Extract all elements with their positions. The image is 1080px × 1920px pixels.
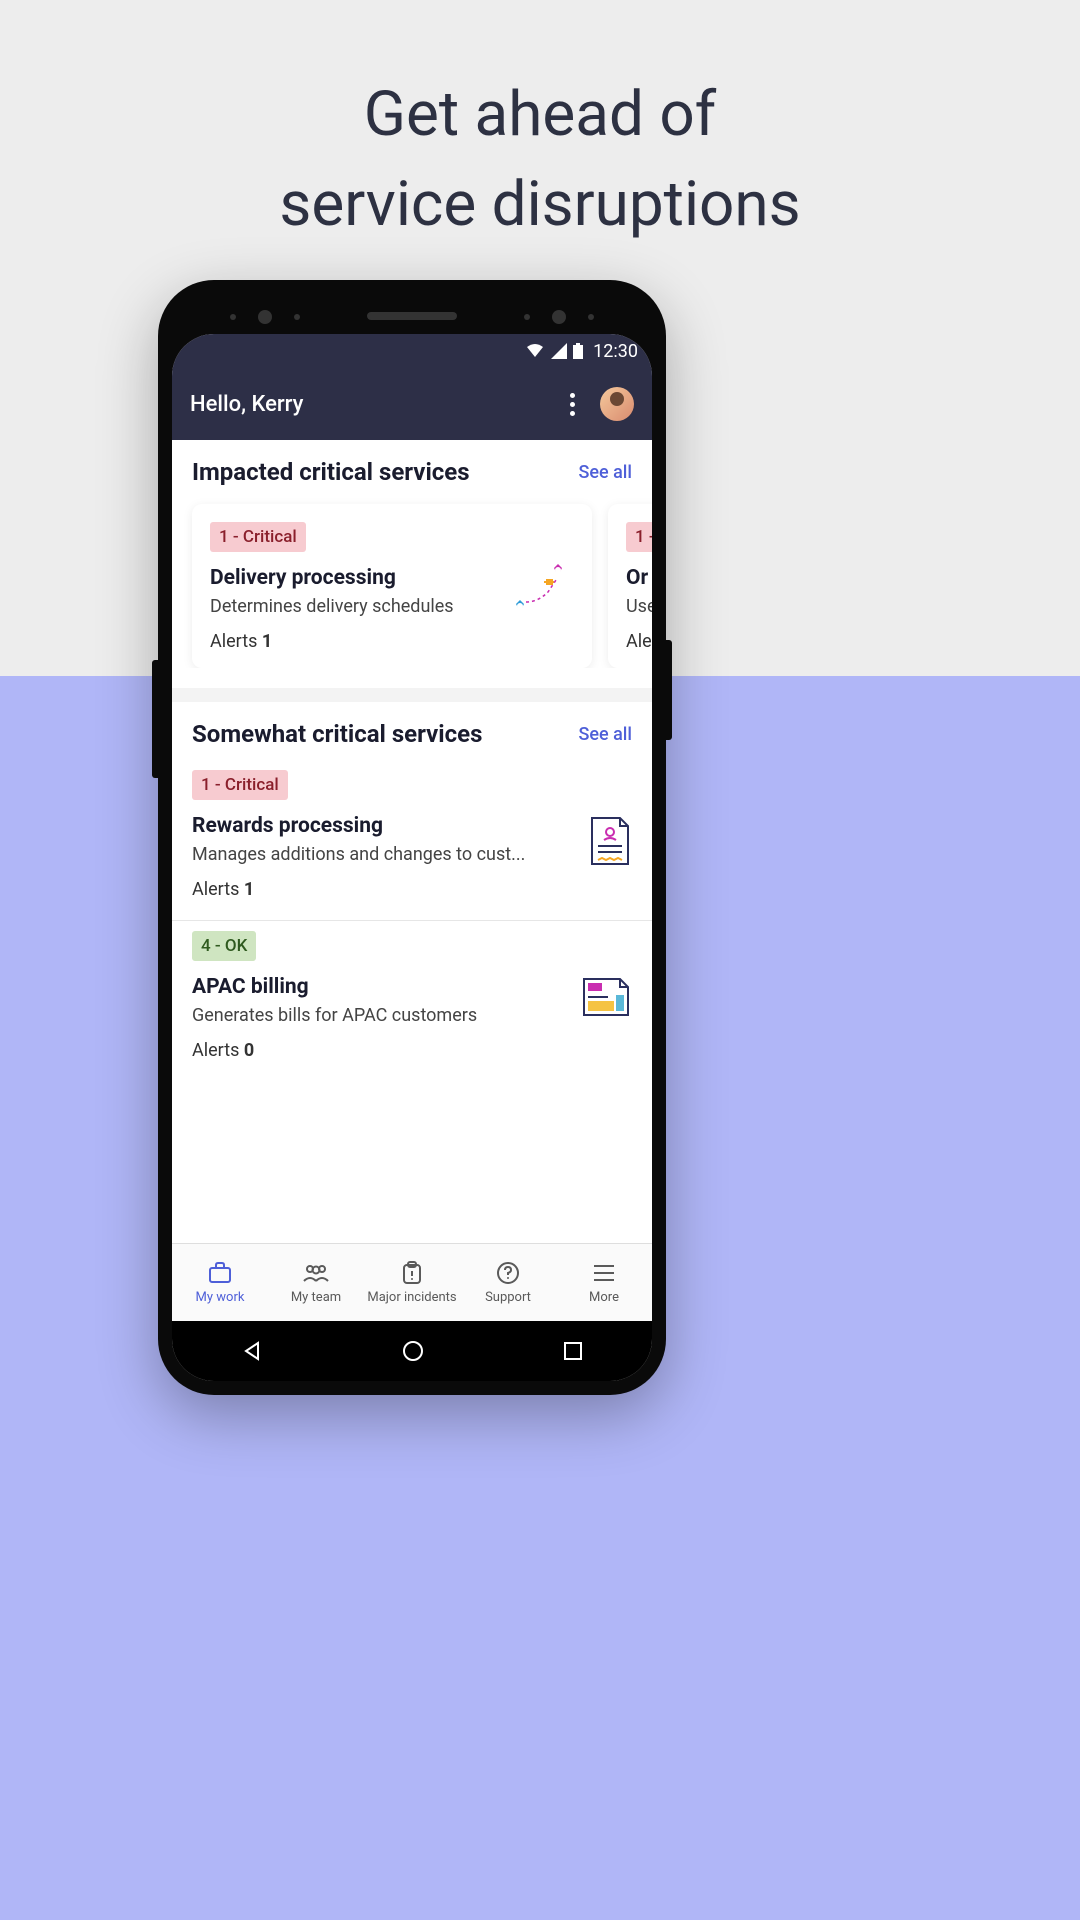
hero-title: Get ahead ofservice disruptions (0, 70, 1080, 250)
wifi-icon (525, 343, 545, 359)
avatar[interactable] (600, 387, 634, 421)
hamburger-icon (593, 1260, 615, 1286)
phone-earpiece (367, 312, 457, 320)
service-item-title: Rewards processing (192, 814, 632, 838)
phone-side-button (666, 640, 672, 740)
phone-frame: 12:30 Hello, Kerry Impacted critical ser… (158, 280, 666, 1395)
phone-sensors-left (230, 314, 300, 324)
service-item-desc: Generates bills for APAC customers (192, 1005, 552, 1026)
service-card[interactable]: 1 - Or Use Ale (608, 504, 652, 668)
nav-more[interactable]: More (556, 1244, 652, 1321)
battery-icon (573, 343, 583, 359)
nav-label: Major incidents (367, 1290, 456, 1305)
service-item-alerts: Alerts 0 (192, 1040, 632, 1061)
bottom-nav: My work My team Major incidents (172, 1243, 652, 1321)
team-icon (302, 1260, 330, 1286)
service-card-alerts: Ale (626, 631, 652, 652)
support-icon (496, 1260, 520, 1286)
kebab-menu-icon[interactable] (560, 393, 584, 416)
priority-badge: 1 - Critical (192, 770, 288, 800)
home-icon[interactable] (401, 1339, 425, 1363)
incident-icon (401, 1260, 423, 1286)
nav-label: Support (485, 1290, 531, 1305)
priority-badge: 1 - Critical (210, 522, 306, 552)
greeting-text: Hello, Kerry (190, 392, 560, 417)
signal-icon (551, 343, 567, 359)
impacted-section: Impacted critical services See all 1 - C… (172, 440, 652, 688)
service-card[interactable]: 1 - Critical Delivery processing Determi… (192, 504, 592, 668)
delivery-icon (508, 562, 576, 624)
priority-badge: 1 - (626, 522, 652, 552)
impacted-see-all-link[interactable]: See all (578, 462, 632, 483)
service-item-title: APAC billing (192, 975, 632, 999)
briefcase-icon (208, 1260, 232, 1286)
app-bar: Hello, Kerry (172, 368, 652, 440)
billing-icon (580, 975, 632, 1023)
section-gap (172, 688, 652, 702)
status-bar: 12:30 (172, 334, 652, 368)
nav-label: My team (291, 1290, 341, 1305)
phone-side-button (152, 688, 158, 778)
service-card-alerts: Alerts 1 (210, 631, 574, 652)
content-area: Impacted critical services See all 1 - C… (172, 440, 652, 1243)
document-icon (588, 814, 632, 872)
service-list-item[interactable]: 4 - OK APAC billing Generates bills for … (172, 921, 652, 1081)
impacted-cards-row[interactable]: 1 - Critical Delivery processing Determi… (172, 498, 652, 668)
nav-my-team[interactable]: My team (268, 1244, 364, 1321)
service-card-desc: Use (626, 596, 652, 617)
impacted-title: Impacted critical services (192, 458, 470, 486)
nav-my-work[interactable]: My work (172, 1244, 268, 1321)
nav-support[interactable]: Support (460, 1244, 556, 1321)
recent-icon[interactable] (562, 1340, 584, 1362)
priority-badge: 4 - OK (192, 931, 256, 961)
service-list-item[interactable]: 1 - Critical Rewards processing Manages … (172, 760, 652, 921)
phone-screen: 12:30 Hello, Kerry Impacted critical ser… (172, 334, 652, 1381)
somewhat-title: Somewhat critical services (192, 720, 482, 748)
status-time: 12:30 (593, 341, 638, 362)
phone-sensors-right (524, 314, 594, 324)
somewhat-see-all-link[interactable]: See all (578, 724, 632, 745)
service-item-desc: Manages additions and changes to cust... (192, 844, 552, 865)
back-icon[interactable] (240, 1339, 264, 1363)
nav-label: More (589, 1290, 619, 1305)
service-card-title: Or (626, 566, 652, 590)
somewhat-section: Somewhat critical services See all 1 - C… (172, 702, 652, 1101)
nav-major-incidents[interactable]: Major incidents (364, 1244, 460, 1321)
android-system-bar (172, 1321, 652, 1381)
service-item-alerts: Alerts 1 (192, 879, 632, 900)
nav-label: My work (196, 1290, 245, 1305)
